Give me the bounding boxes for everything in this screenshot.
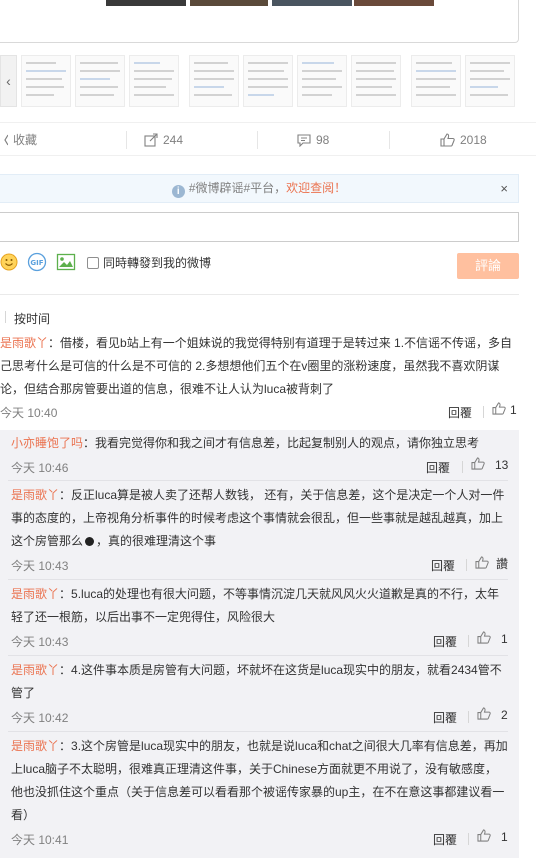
divider bbox=[0, 294, 519, 295]
like-count: 2 bbox=[501, 708, 508, 722]
comment-like-button[interactable]: 1 bbox=[492, 402, 517, 418]
reply-button[interactable]: 回覆 bbox=[433, 709, 457, 726]
thumbs-up-icon bbox=[477, 829, 491, 845]
svg-text:GIF: GIF bbox=[30, 259, 43, 267]
bomb-emoji-icon bbox=[85, 537, 95, 546]
post-image-2[interactable] bbox=[190, 0, 268, 6]
like-count: 13 bbox=[495, 458, 509, 472]
reply-button[interactable]: 回覆 bbox=[431, 557, 455, 574]
reply-text: ：3.这个房管是luca现实中的朋友，也就是说luca和chat之间很大几率有信… bbox=[11, 739, 508, 822]
forward-count: 244 bbox=[163, 133, 184, 147]
reply-item: 小亦睡饱了吗：我看完觉得你和我之间才有信息差，比起复制别人的观点，请你独立思考 bbox=[11, 432, 509, 455]
thumbnail[interactable] bbox=[189, 55, 239, 107]
repost-checkbox[interactable] bbox=[87, 256, 99, 269]
reply-text-continued: ，真的很难理清这个事 bbox=[96, 534, 217, 548]
repost-label: 同時轉發到我的微博 bbox=[103, 256, 212, 270]
thumbs-up-icon bbox=[477, 707, 491, 723]
post-action-bar: 收藏 244 98 2018 bbox=[0, 122, 536, 156]
reply-username[interactable]: 小亦睡饱了吗 bbox=[11, 436, 83, 450]
gif-icon[interactable]: GIF bbox=[27, 252, 47, 272]
like-count: 1 bbox=[501, 830, 508, 844]
reply-time: 今天 10:41 bbox=[11, 833, 69, 847]
like-count: 1 bbox=[510, 403, 517, 417]
like-count: 1 bbox=[501, 632, 508, 646]
comment-icon bbox=[297, 133, 311, 147]
sort-divider bbox=[5, 311, 6, 323]
star-icon bbox=[0, 133, 8, 147]
reply-text: ：4.这件事本质是房管有大问题，坏就坏在这货是luca现实中的朋友，就看2434… bbox=[11, 663, 502, 700]
share-icon bbox=[144, 133, 158, 147]
reply-item: 是雨歌丫：5.luca的处理也有很大问题，不等事情沉淀几天就风风火火道歉是真的不… bbox=[11, 583, 509, 629]
reply-button[interactable]: 回覆 bbox=[426, 459, 450, 476]
rumor-notice-bar: i #微博辟谣#平台，欢迎查阅！ × bbox=[0, 174, 519, 203]
close-icon[interactable]: × bbox=[500, 175, 508, 202]
thumbs-up-icon bbox=[492, 402, 506, 418]
notice-text: #微博辟谣#平台， bbox=[188, 181, 287, 195]
reply-item: 是雨歌丫：4.这件事本质是房管有大问题，坏就坏在这货是luca现实中的朋友，就看… bbox=[11, 659, 509, 705]
comment-button[interactable]: 98 bbox=[297, 123, 329, 157]
info-icon: i bbox=[171, 185, 185, 198]
reply-item: 是雨歌丫：反正luca算是被人卖了还帮人数钱， 还有，关于信息差，这个是决定一个… bbox=[11, 484, 509, 553]
thumbs-up-icon bbox=[477, 631, 491, 647]
reply-username[interactable]: 是雨歌丫 bbox=[11, 488, 59, 502]
post-image-4[interactable] bbox=[354, 0, 434, 6]
favorite-label: 收藏 bbox=[13, 133, 38, 147]
favorite-button[interactable]: 收藏 bbox=[0, 123, 37, 157]
thumbnail[interactable] bbox=[411, 55, 461, 107]
comment-time: 今天 10:40 bbox=[0, 406, 58, 420]
reply-like-button[interactable]: 1 bbox=[477, 631, 508, 647]
reply-button[interactable]: 回覆 bbox=[433, 633, 457, 650]
reply-text: ：我看完觉得你和我之间才有信息差，比起复制别人的观点，请你独立思考 bbox=[83, 436, 480, 450]
repost-option[interactable]: 同時轉發到我的微博 bbox=[87, 254, 211, 271]
thumbs-up-icon bbox=[475, 555, 489, 572]
post-image-card bbox=[0, 0, 519, 43]
like-count: 2018 bbox=[460, 133, 487, 147]
thumbnail[interactable] bbox=[21, 55, 71, 107]
reply-time: 今天 10:42 bbox=[11, 711, 69, 725]
comment-text: ：借楼，看见b站上有一个姐妹说的我觉得特别有道理于是转过来 1.不信谣不传谣，多… bbox=[0, 336, 513, 396]
thumbnail[interactable] bbox=[243, 55, 293, 107]
reply-item: 是雨歌丫：3.这个房管是luca现实中的朋友，也就是说luca和chat之间很大… bbox=[11, 735, 509, 827]
notice-link[interactable]: 欢迎查阅！ bbox=[286, 181, 346, 195]
comment-count: 98 bbox=[316, 133, 330, 147]
thumbnail[interactable] bbox=[351, 55, 401, 107]
reply-like-button[interactable]: 讚 bbox=[475, 555, 508, 572]
reply-time: 今天 10:46 bbox=[11, 461, 69, 475]
comment-input[interactable] bbox=[0, 212, 519, 242]
thumbnail[interactable] bbox=[75, 55, 125, 107]
reply-text: ：5.luca的处理也有很大问题，不等事情沉淀几天就风风火火道歉是真的不行，太年… bbox=[11, 587, 500, 624]
thumbnail-strip: ‹ bbox=[0, 55, 520, 107]
reply-like-button[interactable]: 13 bbox=[471, 457, 508, 473]
thumbs-up-icon bbox=[440, 133, 455, 147]
thumbs-up-icon bbox=[471, 457, 485, 473]
emoji-icon[interactable] bbox=[0, 252, 20, 272]
sort-by-time-tab[interactable]: 按时间 bbox=[14, 310, 50, 327]
reply-like-button[interactable]: 1 bbox=[477, 829, 508, 845]
main-comment: 是雨歌丫：借楼，看见b站上有一个姐妹说的我觉得特别有道理于是转过来 1.不信谣不… bbox=[0, 332, 519, 401]
like-button[interactable]: 2018 bbox=[440, 123, 487, 157]
like-label: 讚 bbox=[496, 557, 509, 571]
post-image-1[interactable] bbox=[106, 0, 186, 6]
reply-time: 今天 10:43 bbox=[11, 559, 69, 573]
reply-button[interactable]: 回覆 bbox=[448, 404, 472, 421]
reply-button[interactable]: 回覆 bbox=[433, 831, 457, 848]
thumbnail[interactable] bbox=[465, 55, 515, 107]
like-divider bbox=[483, 406, 484, 418]
comment-username[interactable]: 是雨歌丫 bbox=[0, 336, 48, 350]
forward-button[interactable]: 244 bbox=[144, 123, 183, 157]
strip-prev-arrow-icon[interactable]: ‹ bbox=[0, 55, 17, 107]
reply-username[interactable]: 是雨歌丫 bbox=[11, 587, 59, 601]
reply-time: 今天 10:43 bbox=[11, 635, 69, 649]
submit-comment-button[interactable]: 評論 bbox=[457, 253, 519, 279]
reply-list: 小亦睡饱了吗：我看完觉得你和我之间才有信息差，比起复制别人的观点，请你独立思考 … bbox=[0, 430, 519, 858]
reply-username[interactable]: 是雨歌丫 bbox=[11, 739, 59, 753]
thumbnail[interactable] bbox=[129, 55, 179, 107]
thumbnail[interactable] bbox=[297, 55, 347, 107]
reply-like-button[interactable]: 2 bbox=[477, 707, 508, 723]
post-image-3[interactable] bbox=[272, 0, 352, 6]
reply-username[interactable]: 是雨歌丫 bbox=[11, 663, 59, 677]
image-icon[interactable] bbox=[56, 252, 76, 272]
